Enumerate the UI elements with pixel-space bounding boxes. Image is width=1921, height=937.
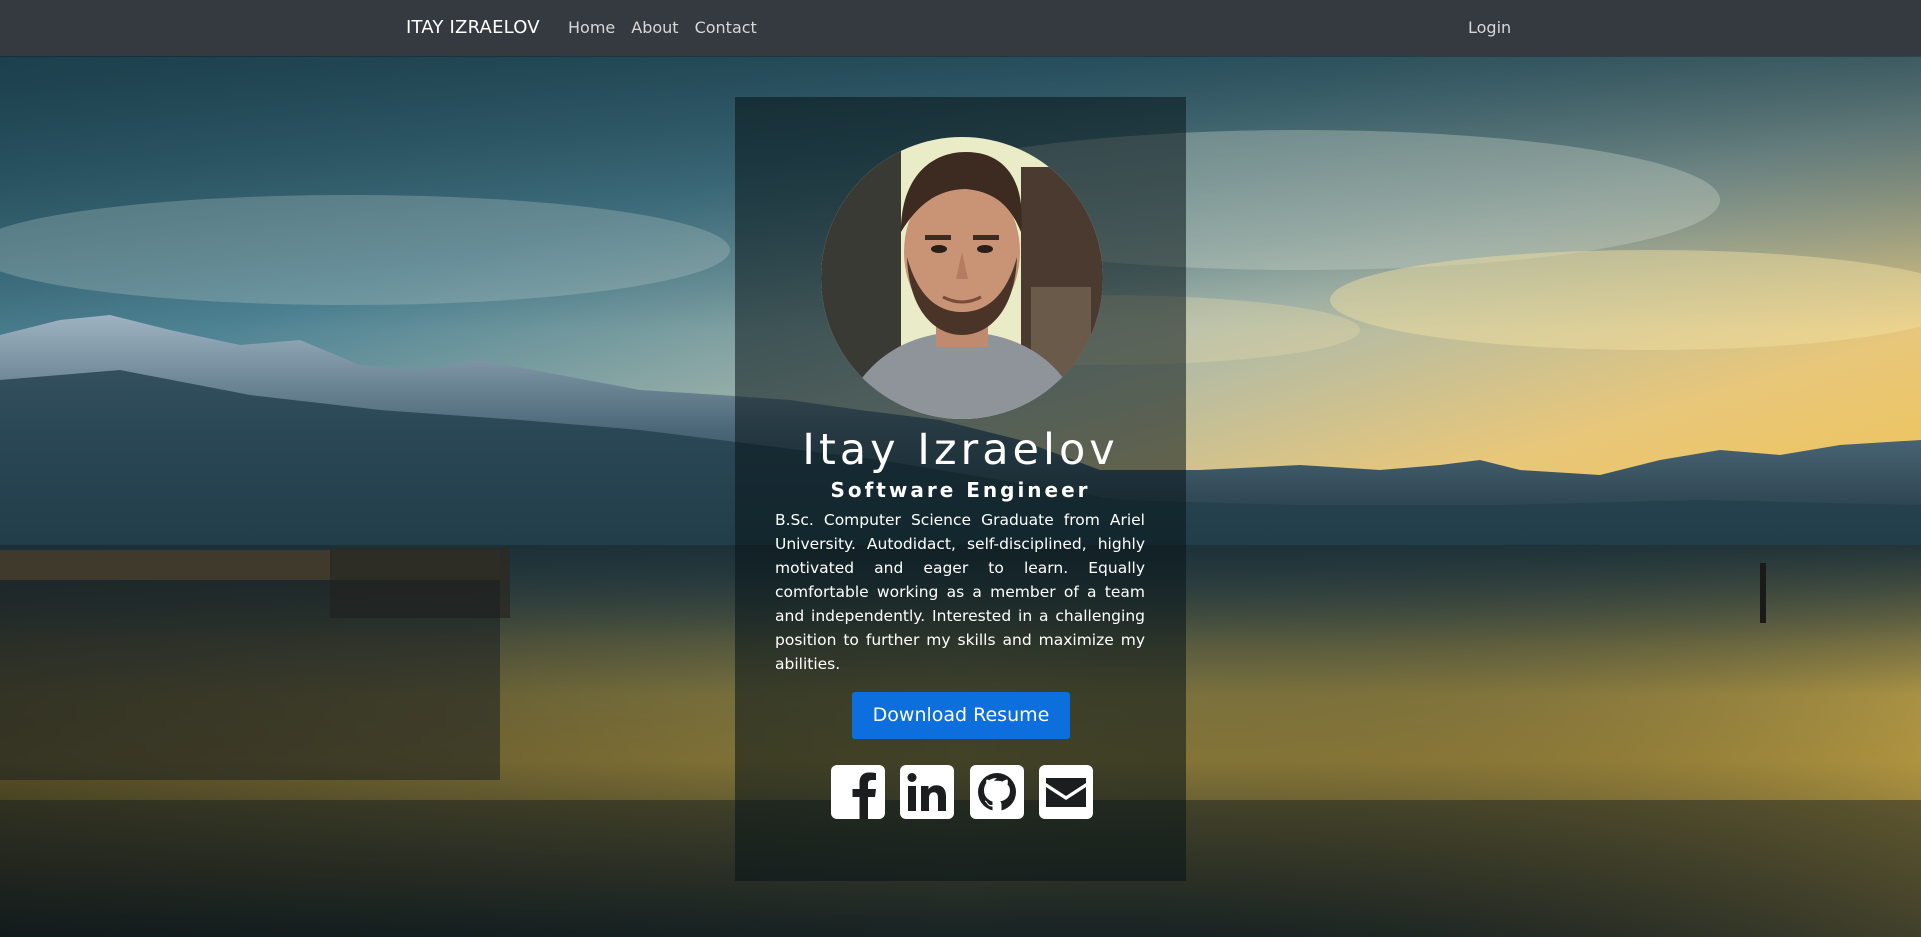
login-link[interactable]: Login xyxy=(1468,15,1511,41)
github-icon[interactable] xyxy=(969,765,1024,819)
profile-card: Itay Izraelov Software Engineer B.Sc. Co… xyxy=(735,97,1186,881)
profile-title: Software Engineer xyxy=(830,478,1091,502)
social-links xyxy=(831,765,1093,819)
download-resume-button[interactable]: Download Resume xyxy=(852,692,1070,739)
top-navbar: ITAY IZRAELOV Home About Contact Login xyxy=(0,0,1921,56)
avatar xyxy=(821,137,1103,419)
brand-link[interactable]: ITAY IZRAELOV xyxy=(406,15,540,41)
nav-link-home[interactable]: Home xyxy=(568,15,615,41)
facebook-icon[interactable] xyxy=(831,765,885,819)
nav-link-contact[interactable]: Contact xyxy=(695,15,757,41)
nav-links: Home About Contact xyxy=(568,15,757,41)
nav-link-about[interactable]: About xyxy=(631,15,678,41)
profile-bio: B.Sc. Computer Science Graduate from Ari… xyxy=(775,511,1145,673)
linkedin-icon[interactable] xyxy=(900,765,955,819)
envelope-icon[interactable] xyxy=(1038,765,1093,819)
profile-name: Itay Izraelov xyxy=(802,425,1119,475)
